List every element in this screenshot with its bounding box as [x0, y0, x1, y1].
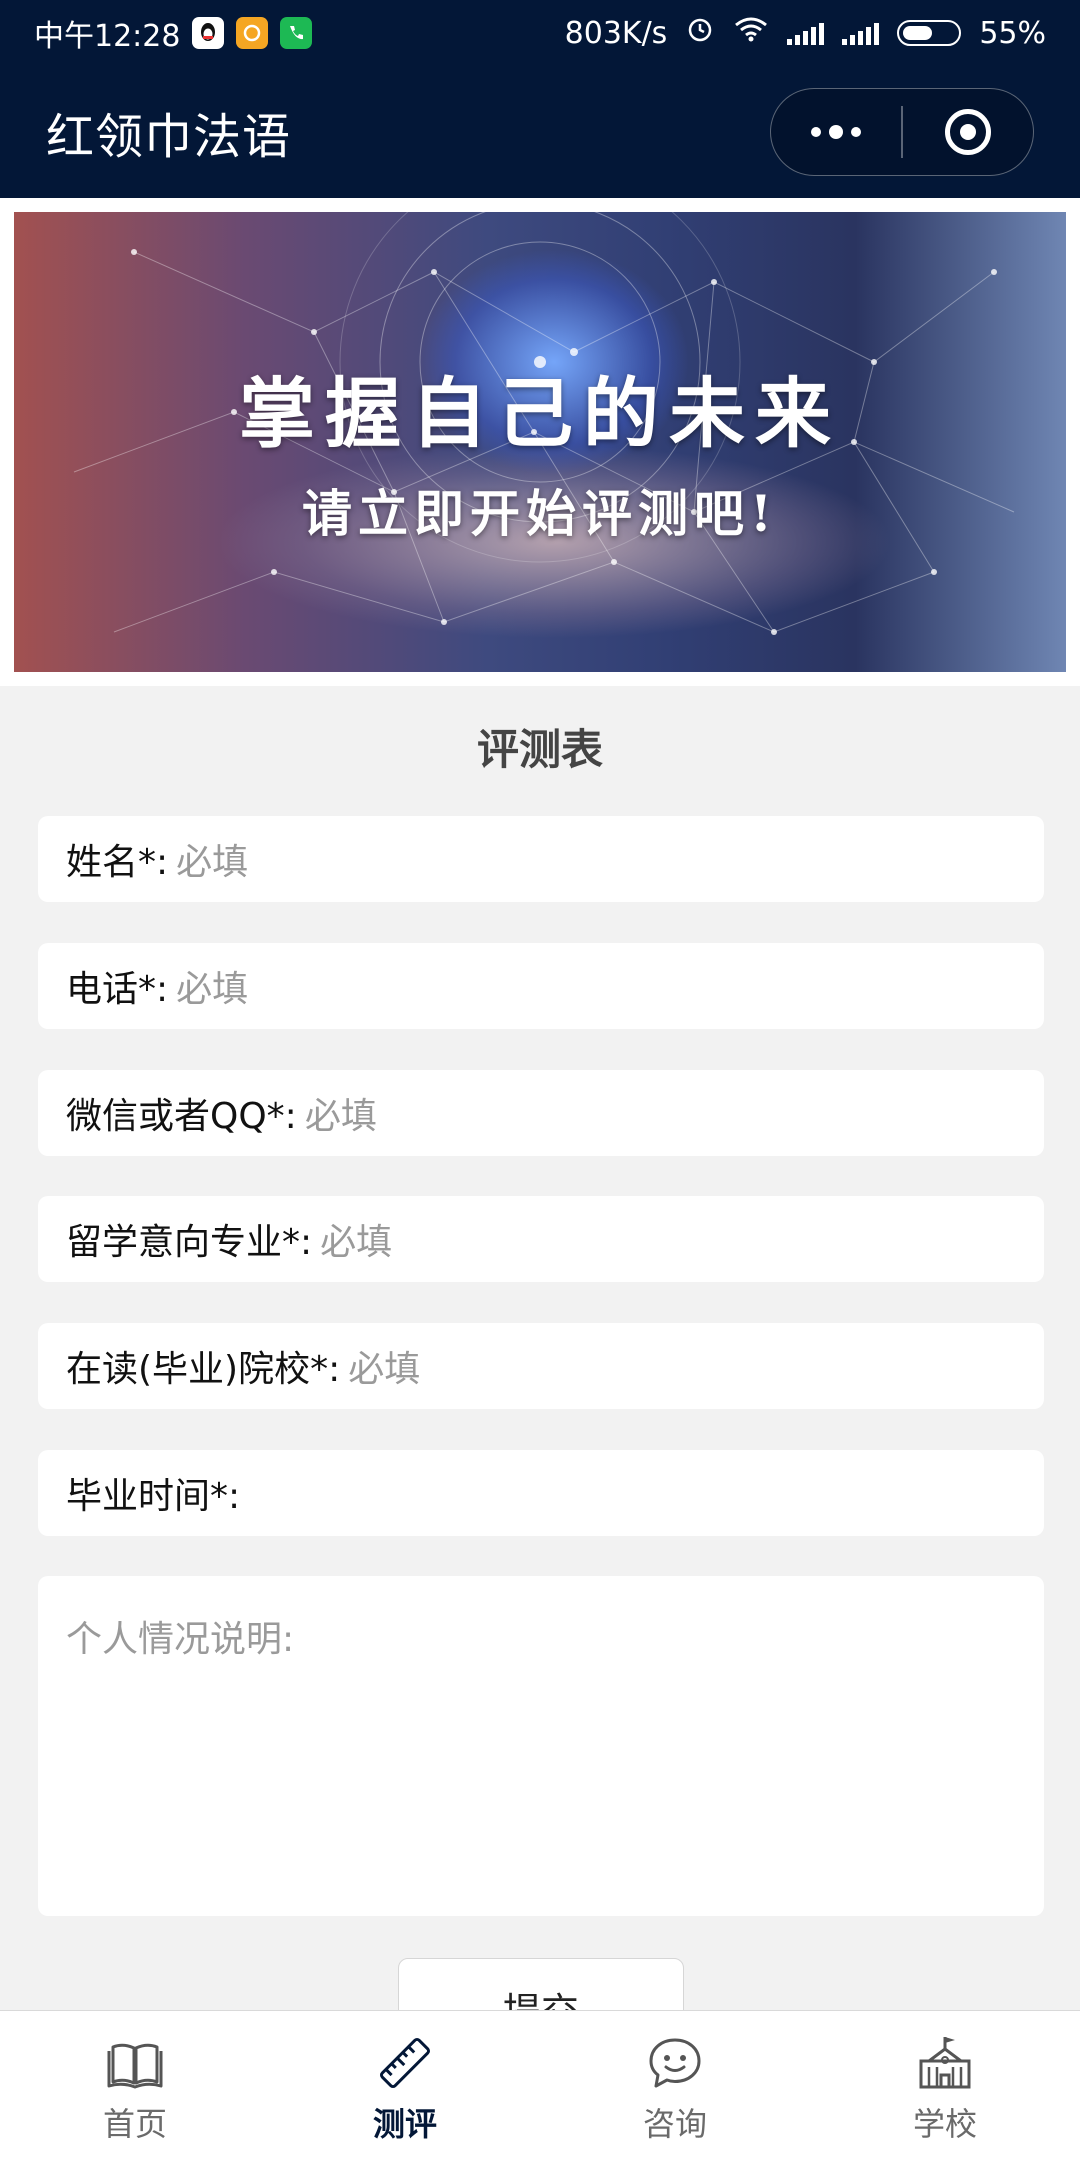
nav-bar: 红领巾法语: [0, 66, 1080, 198]
target-circle-icon: [944, 109, 991, 155]
tab-consult-label: 咨询: [642, 2105, 707, 2143]
school-placeholder: 必填: [348, 1349, 421, 1390]
phone-placeholder: 必填: [176, 969, 249, 1010]
banner-image[interactable]: 掌握自己的未来 请立即开始评测吧!: [14, 212, 1066, 672]
qq-icon: [192, 17, 225, 49]
status-time: 中午12:28: [34, 19, 181, 54]
tab-consult[interactable]: 咨询: [540, 2011, 810, 2160]
personal-info-placeholder: 个人情况说明:: [66, 1619, 295, 1660]
wechat-qq-placeholder: 必填: [304, 1096, 377, 1137]
more-button[interactable]: [771, 89, 901, 175]
more-dots-icon: [811, 125, 862, 139]
phone-icon: [280, 17, 313, 49]
major-field[interactable]: 留学意向专业*: 必填: [38, 1196, 1044, 1282]
phone-field[interactable]: 电话*: 必填: [38, 943, 1044, 1029]
tab-assessment-label: 测评: [372, 2105, 437, 2143]
battery-percent: 55%: [979, 15, 1046, 51]
tab-home[interactable]: 首页: [0, 2011, 270, 2160]
status-bar: 中午12:28 803K/s 55%: [0, 0, 1080, 66]
name-placeholder: 必填: [176, 842, 249, 883]
name-label: 姓名*:: [66, 842, 169, 883]
signal-icon-2: [842, 21, 880, 45]
wechat-qq-field[interactable]: 微信或者QQ*: 必填: [38, 1070, 1044, 1156]
battery-icon: [897, 20, 962, 46]
book-icon: [107, 2043, 163, 2089]
signal-icon-1: [787, 21, 825, 45]
tab-bar: 首页 测评 咨询 学校: [0, 2010, 1080, 2160]
school-icon: [919, 2037, 971, 2089]
message-icon: [236, 17, 269, 49]
alarm-icon: [685, 14, 715, 52]
tab-home-label: 首页: [102, 2105, 167, 2143]
banner-container: 掌握自己的未来 请立即开始评测吧!: [0, 198, 1080, 686]
school-field[interactable]: 在读(毕业)院校*: 必填: [38, 1323, 1044, 1409]
major-placeholder: 必填: [320, 1222, 393, 1263]
major-label: 留学意向专业*:: [66, 1222, 313, 1263]
miniprogram-capsule: [770, 88, 1034, 176]
graduation-time-field[interactable]: 毕业时间*:: [38, 1450, 1044, 1536]
graduation-time-label: 毕业时间*:: [66, 1476, 241, 1517]
chat-icon: [649, 2038, 701, 2088]
school-label: 在读(毕业)院校*:: [66, 1349, 341, 1390]
banner-title: 掌握自己的未来: [239, 369, 841, 458]
banner-subtitle: 请立即开始评测吧!: [302, 484, 778, 543]
wifi-icon: [733, 15, 769, 51]
tab-assessment[interactable]: 测评: [270, 2011, 540, 2160]
page-title: 红领巾法语: [46, 109, 292, 165]
phone-label: 电话*:: [66, 969, 169, 1010]
personal-info-textarea[interactable]: 个人情况说明:: [38, 1576, 1044, 1916]
form-title: 评测表: [476, 725, 603, 774]
name-field[interactable]: 姓名*: 必填: [38, 816, 1044, 902]
wechat-qq-label: 微信或者QQ*:: [66, 1096, 297, 1137]
tab-school[interactable]: 学校: [810, 2011, 1080, 2160]
close-button[interactable]: [903, 89, 1033, 175]
network-speed: 803K/s: [564, 15, 668, 51]
ruler-icon: [379, 2037, 431, 2089]
tab-school-label: 学校: [912, 2105, 977, 2143]
